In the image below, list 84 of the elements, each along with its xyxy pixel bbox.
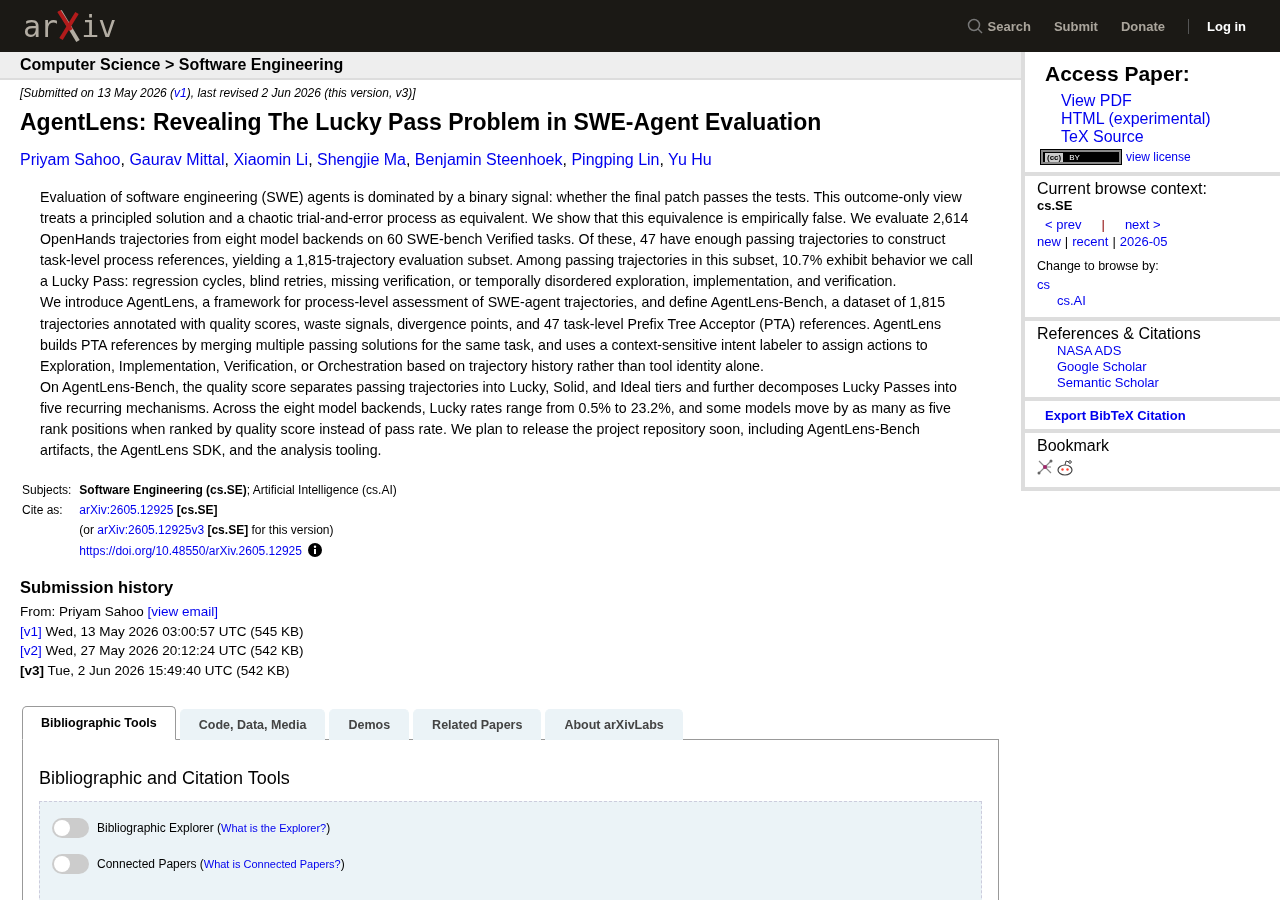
tool-label: Connected Papers (What is Connected Papers?) (97, 857, 345, 872)
reference-link[interactable]: Google Scholar (1057, 359, 1268, 375)
breadcrumb: Computer Science > Software Engineering (20, 56, 344, 74)
arxiv-id-link[interactable]: arXiv:2605.12925 (79, 503, 174, 518)
search-icon (966, 18, 983, 34)
version-citation: (or arXiv:2605.12925v3 [cs.SE] for this version) (79, 523, 334, 538)
network-icon[interactable] (1037, 459, 1053, 475)
arxiv-logo[interactable]: ar iv (23, 8, 116, 44)
format-link[interactable]: View PDF (1061, 92, 1268, 110)
comma: , (120, 151, 126, 168)
version-date: Tue, 2 Jun 2026 15:49:40 UTC (542 KB) (46, 662, 290, 678)
license-link[interactable]: view license (1126, 150, 1191, 164)
version-link[interactable]: [v1] (20, 623, 42, 639)
category-link[interactable]: cs.AI (1057, 293, 1268, 309)
logo-cross-icon (57, 9, 82, 43)
submission-date: [Submitted on 13 May 2026 (v1), last revised 2 Jun 2026 (this version, v3)] (20, 86, 417, 100)
license-badge[interactable]: (cc) BY (1041, 150, 1121, 164)
comma: , (562, 151, 568, 168)
author-link[interactable]: Priyam Sahoo (20, 151, 121, 168)
comma: , (224, 151, 230, 168)
version-date: Wed, 13 May 2026 03:00:57 UTC (545 KB) (44, 623, 304, 639)
author-link[interactable]: Xiaomin Li (233, 151, 309, 168)
abstract-paragraph: Evaluation of software engineering (SWE) agents is dominated by a binary signal: whether the final patch passes the tests. This outcome-only view treats a principled solution and a chaotic trial-and-error process as equivalent. We show that this equivalence is empirically false. We evaluate 2,614 OpenHands trajectories from eight model backends on 60 SWE-bench Verified tasks. Of these, 47 have enough passing trajectories to construct task-level process references, yielding a 1,815-trajectory evaluation subset. Among passing trajectories in this subset, 10.7% exhibit behavior we call a Lucky Pass: regression cycles, blind retries, missing verification, or temporally disordered exploration, implementation, and verification. (40, 188, 974, 292)
abstract-paragraph: We introduce AgentLens, a framework for process-level assessment of SWE-agent trajectories, and define AgentLens-Bench, a dataset of 1,815 trajectories annotated with quality scores, waste signals, divergence points, and 47 task-level Prefix Tree Acceptor (PTA) references. AgentLens builds PTA references by merging multiple passing solutions for the same task, and uses a context-sensitive intent labeler to assign actions to Exploration, Implementation, Verification, or Orchestration based on trajectory history rather than tool identity alone. (40, 293, 947, 376)
current-category: cs.SE (1037, 198, 1074, 213)
submitter: From: Priyam Sahoo (20, 604, 145, 620)
arxiv-id-link[interactable]: arXiv:2605.12925v3 (97, 523, 205, 538)
nav-link[interactable]: Donate (1120, 18, 1165, 34)
help-link[interactable]: What is Connected Papers? (203, 858, 341, 871)
cite-label: Cite as: (21, 503, 64, 520)
nav-link[interactable]: Submit (1053, 18, 1098, 34)
help-link[interactable]: What is the Explorer? (221, 822, 327, 835)
view-email-link[interactable]: [view email] (147, 604, 219, 620)
separator: | (1101, 217, 1105, 232)
version-link[interactable]: [v2] (20, 643, 42, 659)
panel-heading: Bookmark (1037, 437, 1111, 455)
browse-label: Change to browse by: (1037, 259, 1160, 273)
subjects-label: Subjects: (21, 483, 73, 500)
tool-label: Bibliographic Explorer (What is the Explorer?) (97, 821, 331, 836)
abstract-paragraph: On AgentLens-Bench, the quality score separates passing trajectories into Lucky, Solid, and Ideal tiers and further decomposes Lucky Passes into five recurring mechanisms. Across the eight model backends, Lucky rates range from 0.5% to 23.2%, and some models move by as many as five rank positions when ranked by quality score instead of pass rate. We plan to release the project repository soon, including AgentLens-Bench artifacts, the AgentLens SDK, and the analysis tooling. (40, 377, 958, 461)
tab[interactable]: Bibliographic Tools (22, 706, 176, 741)
login-link[interactable]: Log in (1188, 18, 1246, 34)
panel-heading: References & Citations (1037, 325, 1202, 343)
tab[interactable]: Code, Data, Media (179, 709, 326, 741)
list-link[interactable]: new (1037, 234, 1061, 249)
subjects: Software Engineering (cs.SE); Artificial Intelligence (cs.AI) (79, 483, 397, 498)
format-link[interactable]: HTML (experimental) (1061, 110, 1268, 128)
comma: , (405, 151, 412, 168)
reference-link[interactable]: Semantic Scholar (1057, 375, 1268, 391)
author-link[interactable]: Pingping Lin (571, 151, 660, 168)
section-heading: Submission history (20, 578, 175, 598)
panel-heading: Current browse context: (1037, 180, 1208, 198)
alien-head-icon[interactable] (1056, 459, 1074, 477)
category-tag: [cs.SE] (176, 503, 218, 518)
list-link[interactable]: 2026-05 (1119, 234, 1168, 249)
search-link[interactable]: Search (966, 18, 1031, 34)
author-link[interactable]: Gaurav Mittal (129, 151, 225, 168)
version-label: [v3] (20, 662, 44, 678)
author-link[interactable]: Benjamin Steenhoek (414, 151, 563, 168)
category-link[interactable]: cs (1037, 277, 1268, 293)
panel-heading: Bibliographic and Citation Tools (39, 768, 291, 790)
tab[interactable]: Demos (329, 709, 410, 741)
next-link[interactable]: next > (1124, 217, 1161, 232)
author-link[interactable]: Shengjie Ma (317, 151, 406, 168)
reference-link[interactable]: NASA ADS (1057, 343, 1268, 359)
prev-link[interactable]: < prev (1045, 217, 1082, 232)
toggle-switch[interactable] (52, 854, 89, 875)
version-link[interactable]: v1 (174, 86, 187, 100)
doi-link[interactable]: https://doi.org/10.48550/arXiv.2605.12925 (79, 544, 302, 559)
version-date: Wed, 27 May 2026 20:12:24 UTC (542 KB) (44, 643, 304, 659)
comma: , (308, 151, 314, 168)
separator: | (1112, 234, 1116, 249)
tab[interactable]: About arXivLabs (545, 709, 683, 741)
export-link[interactable]: Export BibTeX Citation (1045, 408, 1186, 423)
separator: | (1064, 234, 1069, 249)
info-icon[interactable] (307, 543, 322, 558)
tab[interactable]: Related Papers (413, 709, 542, 741)
access-heading: Access Paper: (1045, 62, 1191, 86)
format-link[interactable]: TeX Source (1061, 128, 1268, 146)
comma: , (659, 151, 665, 168)
author-link[interactable]: Yu Hu (668, 151, 712, 168)
paper-title: AgentLens: Revealing The Lucky Pass Problem in SWE-Agent Evaluation (20, 109, 823, 136)
list-link[interactable]: recent (1072, 234, 1109, 249)
toggle-switch[interactable] (52, 818, 89, 839)
